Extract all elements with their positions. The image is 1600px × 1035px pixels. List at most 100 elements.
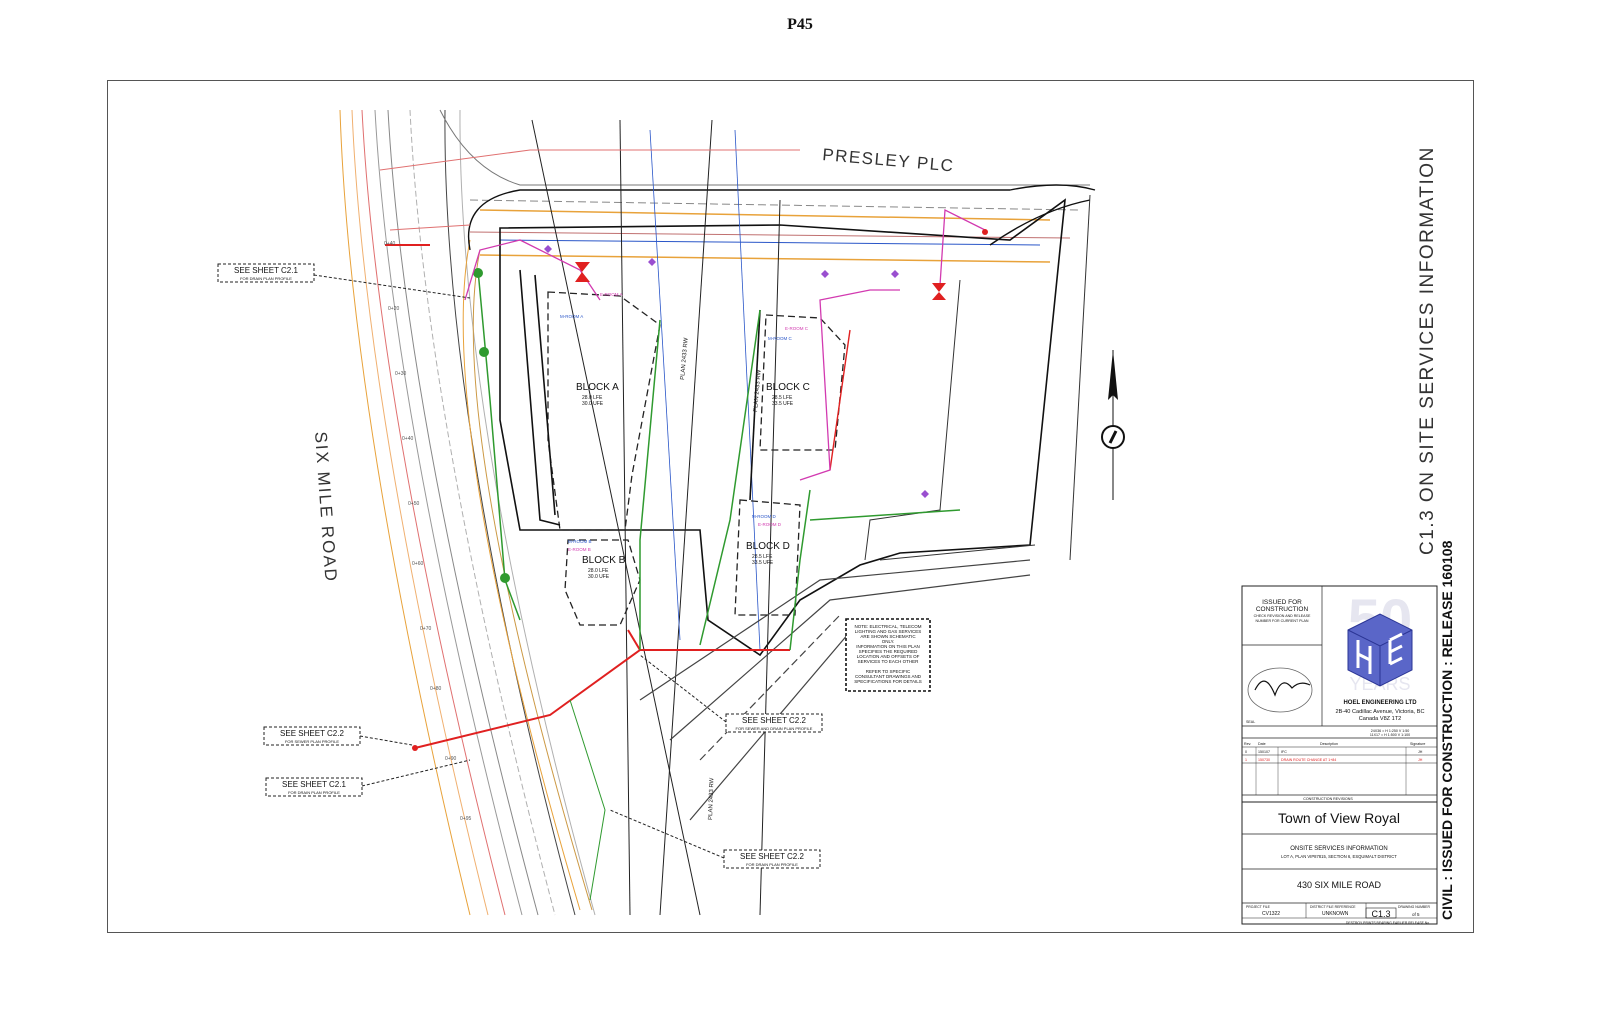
street-name-presley: PRESLEY PLC	[822, 145, 956, 175]
road-edge-lines	[339, 109, 1090, 916]
chainage-label: 0+70	[420, 626, 431, 632]
sanitary-node	[982, 229, 988, 235]
sheet-ref-leader	[639, 654, 727, 723]
project-file-label: PROJECT FILE	[1246, 905, 1271, 909]
sanitary-node	[412, 745, 418, 751]
chainage-label: 0+95	[460, 816, 471, 822]
survey-marker	[921, 490, 929, 498]
block-a-ufe: 30.0 UFE	[582, 401, 604, 407]
sheet-ref-title: SEE SHEET C2.2	[740, 852, 804, 861]
power-lines	[464, 208, 986, 481]
sheet-ref-c22-left: SEE SHEET C2.2 FOR SEWER PLAN PROFILE	[263, 726, 413, 746]
room-label: M-ROOM B	[568, 539, 592, 544]
storm-manhole	[500, 573, 510, 583]
legal-description: LOT A, PLAN VIP87815, SECTION 6, ESQUIMA…	[1281, 854, 1397, 859]
driveway-line	[699, 614, 841, 761]
storm-manhole	[479, 347, 489, 357]
block-d-name: BLOCK D	[746, 541, 790, 552]
plan-label: PLAN 2433 RW	[680, 337, 690, 380]
drawing-of: of 5	[1412, 912, 1420, 917]
block-c-name: BLOCK C	[766, 382, 810, 393]
drawing-title: ONSITE SERVICES INFORMATION	[1290, 846, 1387, 852]
building-walls	[519, 269, 761, 526]
title-block: ISSUED FOR CONSTRUCTION CHECK REVISION A…	[1241, 585, 1438, 925]
block-d-ufe: 33.5 UFE	[752, 560, 774, 566]
power-line	[939, 208, 986, 286]
block-a-outline	[547, 291, 661, 531]
survey-marker	[891, 270, 899, 278]
revision-sig: JH	[1418, 758, 1423, 762]
transformer-symbol	[932, 283, 946, 300]
sheet-ref-leader	[609, 809, 725, 859]
block-c-ufe: 33.5 UFE	[772, 401, 794, 407]
driveway-line	[639, 559, 1031, 701]
room-label: M-ROOM D	[752, 514, 776, 519]
issued-note-1: CHECK REVISION AND RELEASE	[1254, 614, 1311, 618]
road-edge-line	[499, 239, 1041, 246]
block-a-name: BLOCK A	[576, 382, 619, 393]
note-line: SERVICES TO EACH OTHER	[858, 659, 920, 664]
sanitary-line	[829, 329, 851, 471]
sheet-ref-title: SEE SHEET C2.2	[280, 729, 344, 738]
revisions-label: CONSTRUCTION REVISIONS	[1303, 797, 1353, 801]
revision-rev: 0	[1245, 750, 1247, 754]
revision-desc: DRAIN ROUTE CHANGE AT 1+84	[1281, 758, 1336, 762]
parcel-line	[1069, 194, 1091, 561]
revision-header-desc: Description	[1320, 742, 1338, 746]
chainage-label: 0+50	[408, 501, 419, 507]
sheet-ref-c22-middle: SEE SHEET C2.2 FOR SEWER AND DRAIN PLAN …	[639, 654, 823, 733]
sanitary-sewer-lines	[385, 244, 851, 749]
district-file-label: DISTRICT FILE REFERENCE	[1310, 905, 1356, 909]
company-address-1: 2B-40 Cadillac Avenue, Victoria, BC	[1335, 709, 1424, 715]
chainage-label: 0+80	[430, 686, 441, 692]
issued-note-2: NUMBER FOR CURRENT PLAN	[1255, 619, 1308, 623]
row-line	[619, 119, 631, 916]
road-edge-line	[459, 109, 596, 916]
wall-line	[534, 274, 556, 516]
sanitary-line	[627, 629, 641, 651]
scale-text-2: 11X17 = H 1:500 V 1:100	[1370, 733, 1410, 737]
sheet-ref-title: SEE SHEET C2.2	[742, 716, 806, 725]
sheet-ref-c22-bottom: SEE SHEET C2.2 FOR DRAIN PLAN PROFILE	[609, 809, 821, 869]
sheet-ref-sub: FOR SEWER PLAN PROFILE	[285, 739, 339, 744]
sheet-ref-sub: FOR DRAIN PLAN PROFILE	[746, 862, 798, 867]
chainage-label: 0+90	[445, 756, 456, 762]
north-arrow-icon	[1101, 350, 1125, 500]
road-edge-line	[479, 254, 1051, 263]
power-line	[799, 289, 900, 481]
sanitary-line	[414, 649, 790, 749]
parcel-lines	[864, 194, 1091, 561]
project-file: CV1322	[1262, 911, 1280, 917]
driveway-lines	[639, 559, 1031, 821]
site-plan-drawing: 0+40 0+20 0+30 0+40 0+50 0+60 0+70 0+80 …	[217, 109, 1455, 925]
seal-label: SEAL	[1246, 720, 1255, 724]
plan-row-lines	[531, 119, 781, 916]
revision-desc: IFC	[1281, 750, 1287, 754]
room-label: E-ROOM C	[785, 326, 809, 331]
services-note: NOTE: ELECTRICAL, TELECOM LIGHTING AND G…	[845, 618, 931, 692]
chainage-label: 0+20	[388, 306, 399, 312]
storm-line	[809, 509, 961, 521]
revision-header-sig: Signature	[1410, 742, 1425, 746]
destroy-prints-note: DESTROY PRINTS BEARING EARLIER RELEASE N…	[1346, 921, 1430, 925]
sheet-ref-title: SEE SHEET C2.1	[234, 266, 298, 275]
survey-markers	[544, 245, 929, 498]
site-address: 430 SIX MILE ROAD	[1297, 880, 1382, 890]
release-stamp: CIVIL : ISSUED FOR CONSTRUCTION : RELEAS…	[1439, 540, 1455, 920]
block-b-outline	[564, 539, 641, 626]
storm-line	[639, 319, 661, 650]
sheet-ref-leader	[359, 735, 413, 746]
revision-date: 150107	[1258, 750, 1270, 754]
company-name: HOEL ENGINEERING LTD	[1343, 700, 1417, 706]
room-label: E-ROOM D	[758, 522, 782, 527]
room-label: E-ROOM A	[600, 292, 623, 297]
parcel-line	[864, 279, 961, 561]
room-label: E-ROOM B	[568, 547, 591, 552]
note-line: SPECIFICATIONS FOR DETAILS	[854, 679, 922, 684]
road-edge-line	[469, 231, 1071, 239]
plan-row-labels: PLAN 2433 RW PLAN 2433 RW PLAN 2433 RW	[680, 337, 763, 820]
sheet-ref-sub: FOR DRAIN PLAN PROFILE	[288, 790, 340, 795]
chainage-label: 0+40	[384, 241, 395, 247]
road-edge-line	[469, 199, 1081, 211]
cul-de-sac-edge	[989, 199, 1091, 246]
